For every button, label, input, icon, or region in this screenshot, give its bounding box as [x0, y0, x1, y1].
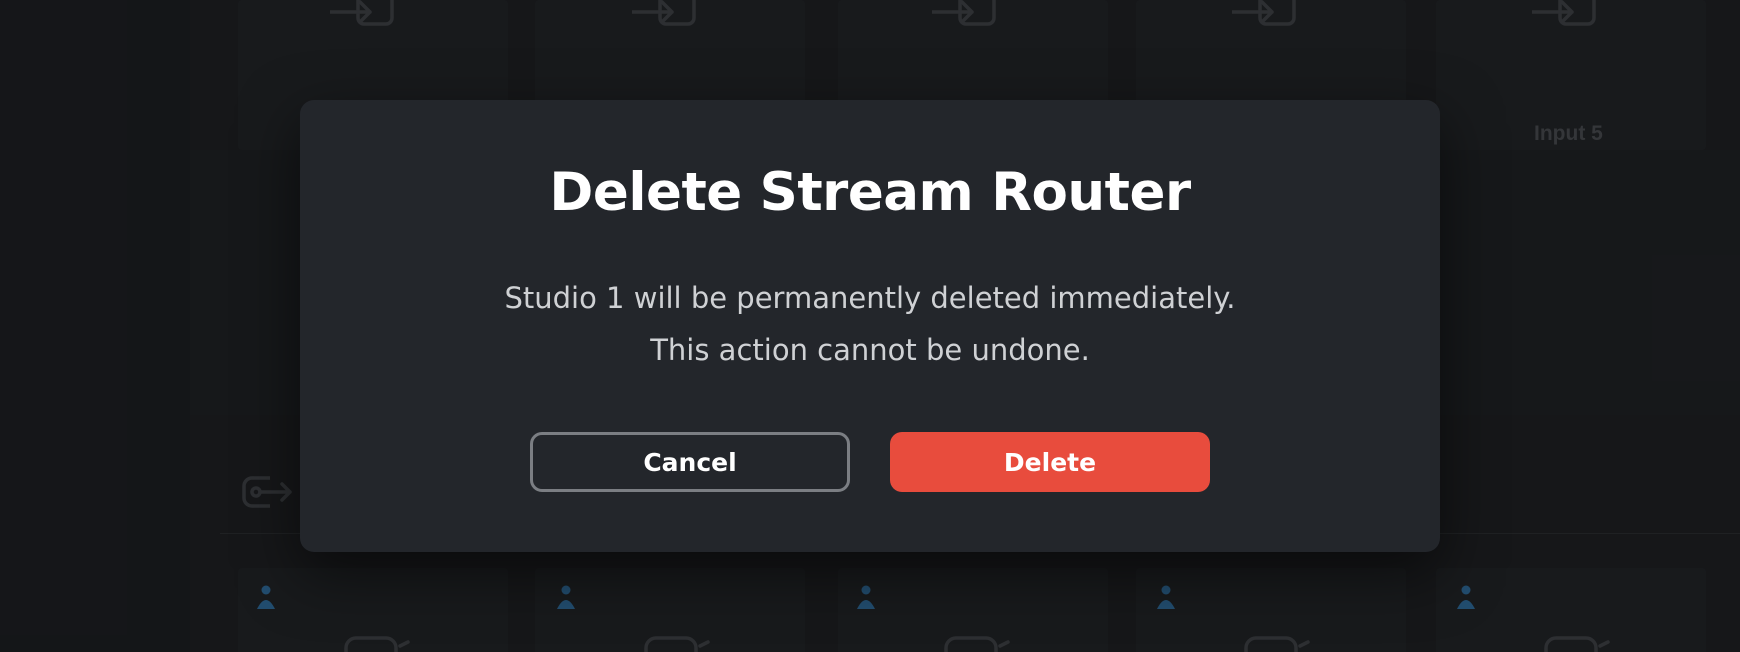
delete-button-label: Delete — [1003, 447, 1097, 477]
delete-button[interactable]: Delete — [890, 432, 1210, 492]
dialog-message-line: This action cannot be undone. — [650, 333, 1090, 367]
cancel-button-label: Cancel — [643, 447, 737, 477]
delete-confirm-dialog: Delete Stream Router Studio 1 will be pe… — [300, 100, 1440, 552]
dialog-message-line: Studio 1 will be permanently deleted imm… — [504, 281, 1236, 315]
cancel-button[interactable]: Cancel — [530, 432, 850, 492]
dialog-title: Delete Stream Router — [549, 162, 1191, 223]
dialog-message: Studio 1 will be permanently deleted imm… — [300, 272, 1440, 376]
